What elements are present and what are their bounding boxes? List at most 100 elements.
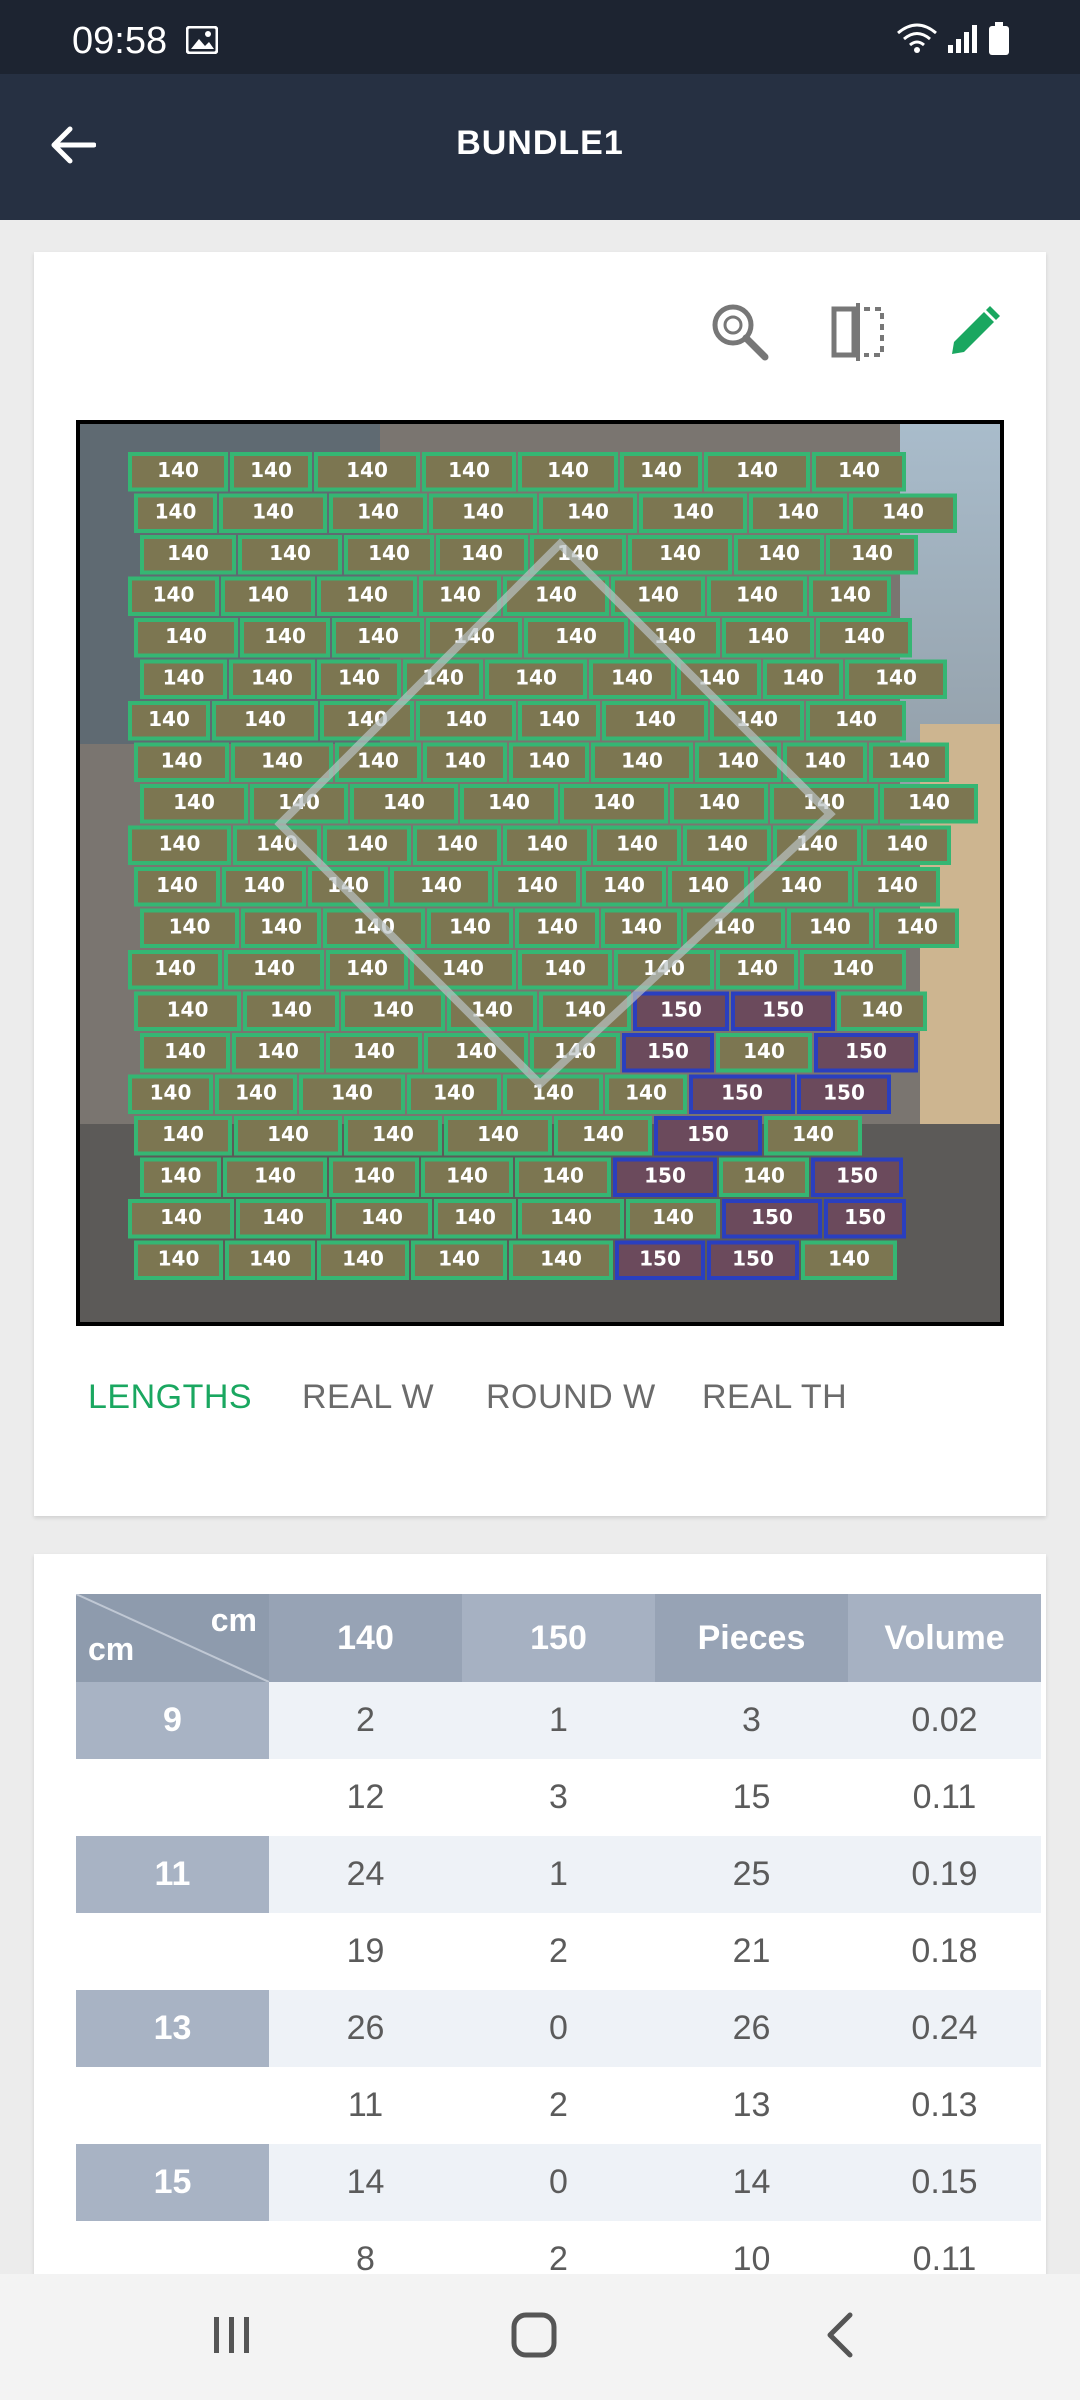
table-row: 14 11 2 13 0.13 (76, 2067, 1041, 2144)
detection-label: 140 (652, 1205, 694, 1229)
detection-label: 140 (536, 914, 578, 938)
detection-label: 140 (809, 914, 851, 938)
column-header: 150 (462, 1594, 655, 1682)
detection-label: 150 (639, 1246, 681, 1270)
pencil-icon (946, 304, 1002, 365)
table-cell: 0.02 (848, 1682, 1041, 1759)
detection-label: 140 (253, 956, 295, 980)
detection-label: 140 (243, 873, 285, 897)
detection-label: 140 (886, 831, 928, 855)
table-cell: 0.11 (848, 1759, 1041, 1836)
detection-label: 140 (154, 956, 196, 980)
detection-label: 140 (782, 665, 824, 689)
status-bar: 09:58 (0, 0, 1080, 74)
table-cell: 13 (655, 2067, 848, 2144)
compare-button[interactable] (822, 298, 894, 370)
detection-label: 140 (433, 1080, 475, 1104)
detection-label: 140 (150, 1080, 192, 1104)
detection-label: 140 (372, 997, 414, 1021)
detection-label: 140 (346, 458, 388, 482)
table-row: 12 19 2 21 0.18 (76, 1913, 1041, 1990)
detection-label: 140 (535, 582, 577, 606)
tab-round-w[interactable]: ROUND W (486, 1378, 656, 1417)
detection-label: 140 (888, 748, 930, 772)
detection-label: 140 (254, 1163, 296, 1187)
detection-label: 140 (882, 499, 924, 523)
detection-label: 140 (250, 458, 292, 482)
detection-label: 140 (455, 1039, 497, 1063)
detection-label: 140 (582, 1122, 624, 1146)
detection-label: 140 (353, 1039, 395, 1063)
detection-label: 140 (164, 1039, 206, 1063)
detection-label: 140 (252, 499, 294, 523)
recent-apps-icon (210, 2313, 254, 2362)
detection-label: 140 (342, 1246, 384, 1270)
detection-label: 140 (780, 873, 822, 897)
detection-label: 140 (515, 665, 557, 689)
corner-unit-bottom: cm (88, 1631, 135, 1667)
detection-label: 140 (267, 1122, 309, 1146)
detection-label: 150 (687, 1122, 729, 1146)
signal-icon (946, 23, 980, 60)
home-button[interactable] (494, 2304, 574, 2370)
edit-button[interactable] (938, 298, 1010, 370)
detection-label: 140 (603, 873, 645, 897)
table-cell: 3 (655, 1682, 848, 1759)
nav-back-button[interactable] (800, 2304, 880, 2370)
measure-tabs: LENGTHS REAL W ROUND W REAL TH (34, 1378, 1046, 1444)
tab-lengths[interactable]: LENGTHS (88, 1378, 252, 1417)
page-title: BUNDLE1 (456, 124, 624, 162)
column-header: Volume (848, 1594, 1041, 1682)
detection-label: 140 (516, 873, 558, 897)
detection-label: 150 (644, 1163, 686, 1187)
table-cell: 2 (269, 1682, 462, 1759)
recent-apps-button[interactable] (192, 2304, 272, 2370)
table-cell: 0.24 (848, 1990, 1041, 2067)
table-cell: 26 (655, 1990, 848, 2067)
table-cell: 14 (269, 2144, 462, 2221)
detection-label: 140 (251, 665, 293, 689)
table-cell: 0 (462, 2144, 655, 2221)
table-cell: 25 (655, 1836, 848, 1913)
detection-label: 140 (153, 582, 195, 606)
row-header-cell: 15 (76, 2144, 269, 2221)
detection-label: 140 (247, 582, 289, 606)
detection-label: 150 (845, 1039, 887, 1063)
detection-label: 140 (861, 997, 903, 1021)
detection-label: 140 (544, 956, 586, 980)
detection-label: 140 (436, 831, 478, 855)
detection-label: 140 (163, 665, 205, 689)
detection-label: 140 (346, 582, 388, 606)
detection-label: 140 (167, 541, 209, 565)
table-cell: 1 (462, 1836, 655, 1913)
detection-label: 140 (896, 914, 938, 938)
tab-real-th[interactable]: REAL TH (702, 1378, 847, 1417)
detection-label: 140 (875, 665, 917, 689)
detection-label: 140 (446, 1163, 488, 1187)
detection-label: 140 (161, 748, 203, 772)
chevron-left-icon (822, 2311, 858, 2364)
detection-label: 150 (823, 1080, 865, 1104)
detection-label: 140 (420, 873, 462, 897)
table-cell: 19 (269, 1913, 462, 1990)
detection-label: 140 (743, 1039, 785, 1063)
detection-label: 140 (169, 914, 211, 938)
detection-label: 140 (876, 873, 918, 897)
detection-label: 140 (717, 748, 759, 772)
detection-label: 140 (843, 624, 885, 648)
table-cell: 12 (269, 1759, 462, 1836)
tab-real-w[interactable]: REAL W (302, 1378, 434, 1417)
detection-label: 140 (829, 582, 871, 606)
detection-label: 140 (736, 582, 778, 606)
zoom-button[interactable] (704, 298, 776, 370)
row-header-cell: 12 (76, 1913, 269, 1990)
table-cell: 2 (462, 1913, 655, 1990)
detection-label: 140 (835, 707, 877, 731)
detection-label: 140 (538, 707, 580, 731)
detection-label: 140 (625, 1080, 667, 1104)
detection-label: 140 (158, 1246, 200, 1270)
bundle-photo[interactable]: 140 140 140 140 140 140 140 140 140 140 140 140 140 1… (76, 420, 1004, 1326)
detection-label: 150 (762, 997, 804, 1021)
detection-label: 140 (672, 499, 714, 523)
table-cell: 11 (269, 2067, 462, 2144)
